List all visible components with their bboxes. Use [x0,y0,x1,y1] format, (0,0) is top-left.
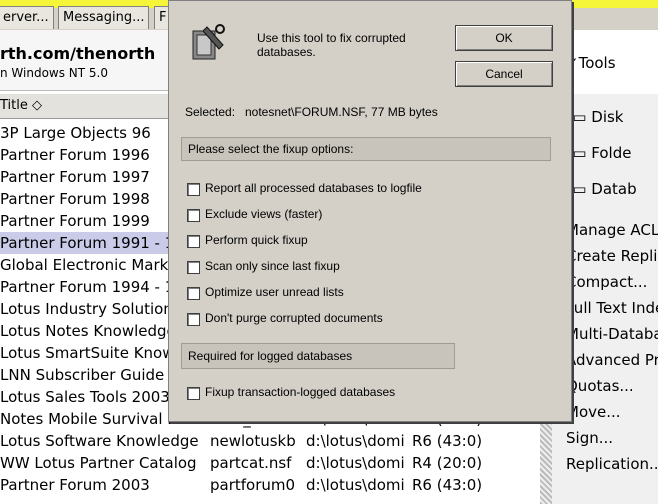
checkbox[interactable] [187,235,200,248]
cell-ver: R4 (20:0) [412,454,483,472]
tool-item[interactable]: Sign... [566,426,658,450]
cell-path: d:\lotus\domino\d [306,476,406,494]
tool-item[interactable]: Multi-Databas [566,322,658,346]
tab-server[interactable]: erver... [0,6,54,29]
cell-path: d:\lotus\domino\d [306,432,406,450]
tool-item[interactable]: Manage ACL [566,218,658,242]
fixup-option-label: Report all processed databases to logfil… [205,181,422,195]
cancel-button[interactable]: Cancel [455,61,553,87]
tool-item[interactable]: Replication... [566,452,658,476]
tool-group-label: Folde [591,144,632,162]
dialog-description: Use this tool to fix corrupted databases… [257,31,406,59]
table-row[interactable]: Lotus Software Knowledge I newlotuskb.r d:… [0,430,540,452]
fixup-option-label: Perform quick fixup [205,233,308,247]
tool-item[interactable]: Quotas... [566,374,658,398]
server-name: rth.com/thenorth [0,44,156,63]
logged-databases-header: Required for logged databases [181,343,455,369]
checkbox[interactable] [187,183,200,196]
tools-label[interactable]: ✓Tools [566,54,616,72]
cell-file: newlotuskb.r [210,432,296,450]
cell-title: Lotus Software Knowledge I [0,432,200,450]
fixup-option-label: Don't purge corrupted documents [205,311,383,325]
fixup-tool-icon [189,23,227,63]
cell-file: partcat.nsf [210,454,292,472]
logged-fixup-label: Fixup transaction-logged databases [205,385,396,399]
fixup-option-label: Exclude views (faster) [205,207,323,221]
cell-file: partforum03 [210,476,296,494]
tool-item[interactable]: Compact... [566,270,658,294]
tool-group-label: Disk [591,108,624,126]
table-row[interactable]: WW Lotus Partner Catalog partcat.nsf d:\lo… [0,452,540,474]
server-os: n Windows NT 5.0 [0,66,109,80]
checkbox[interactable] [187,387,200,400]
fixup-options-header: Please select the fixup options: [181,137,551,161]
checkbox[interactable] [187,313,200,326]
selected-database: notesnet\FORUM.NSF, 77 MB bytes [245,105,438,119]
tool-item[interactable]: Advanced Pr [566,348,658,372]
cell-ver: R6 (43:0) [412,476,483,494]
cell-title: Partner Forum 2003 [0,476,150,494]
selected-label: Selected: [185,105,236,119]
tool-item[interactable]: Create Replic [566,244,658,268]
fixup-option-label: Scan only since last fixup [205,259,340,273]
fixup-dialog: Use this tool to fix corrupted databases… [168,0,572,422]
ok-button[interactable]: OK [455,25,553,51]
checkbox[interactable] [187,287,200,300]
cell-ver: R6 (43:0) [412,432,483,450]
tool-group-label: Datab [591,180,637,198]
tool-item[interactable]: Move... [566,400,658,424]
checkbox[interactable] [187,261,200,274]
column-header-title[interactable]: Title ◇ [0,94,175,119]
table-row[interactable]: Partner Forum 2003 partforum03 d:\lotus\do… [0,474,540,496]
fixup-option-label: Optimize user unread lists [205,285,344,299]
tool-item[interactable]: Full Text Inde [566,296,658,320]
cell-title: WW Lotus Partner Catalog [0,454,197,472]
checkbox[interactable] [187,209,200,222]
tab-messaging[interactable]: Messaging... [58,6,150,29]
cell-path: d:\lotus\domino\d [306,454,406,472]
